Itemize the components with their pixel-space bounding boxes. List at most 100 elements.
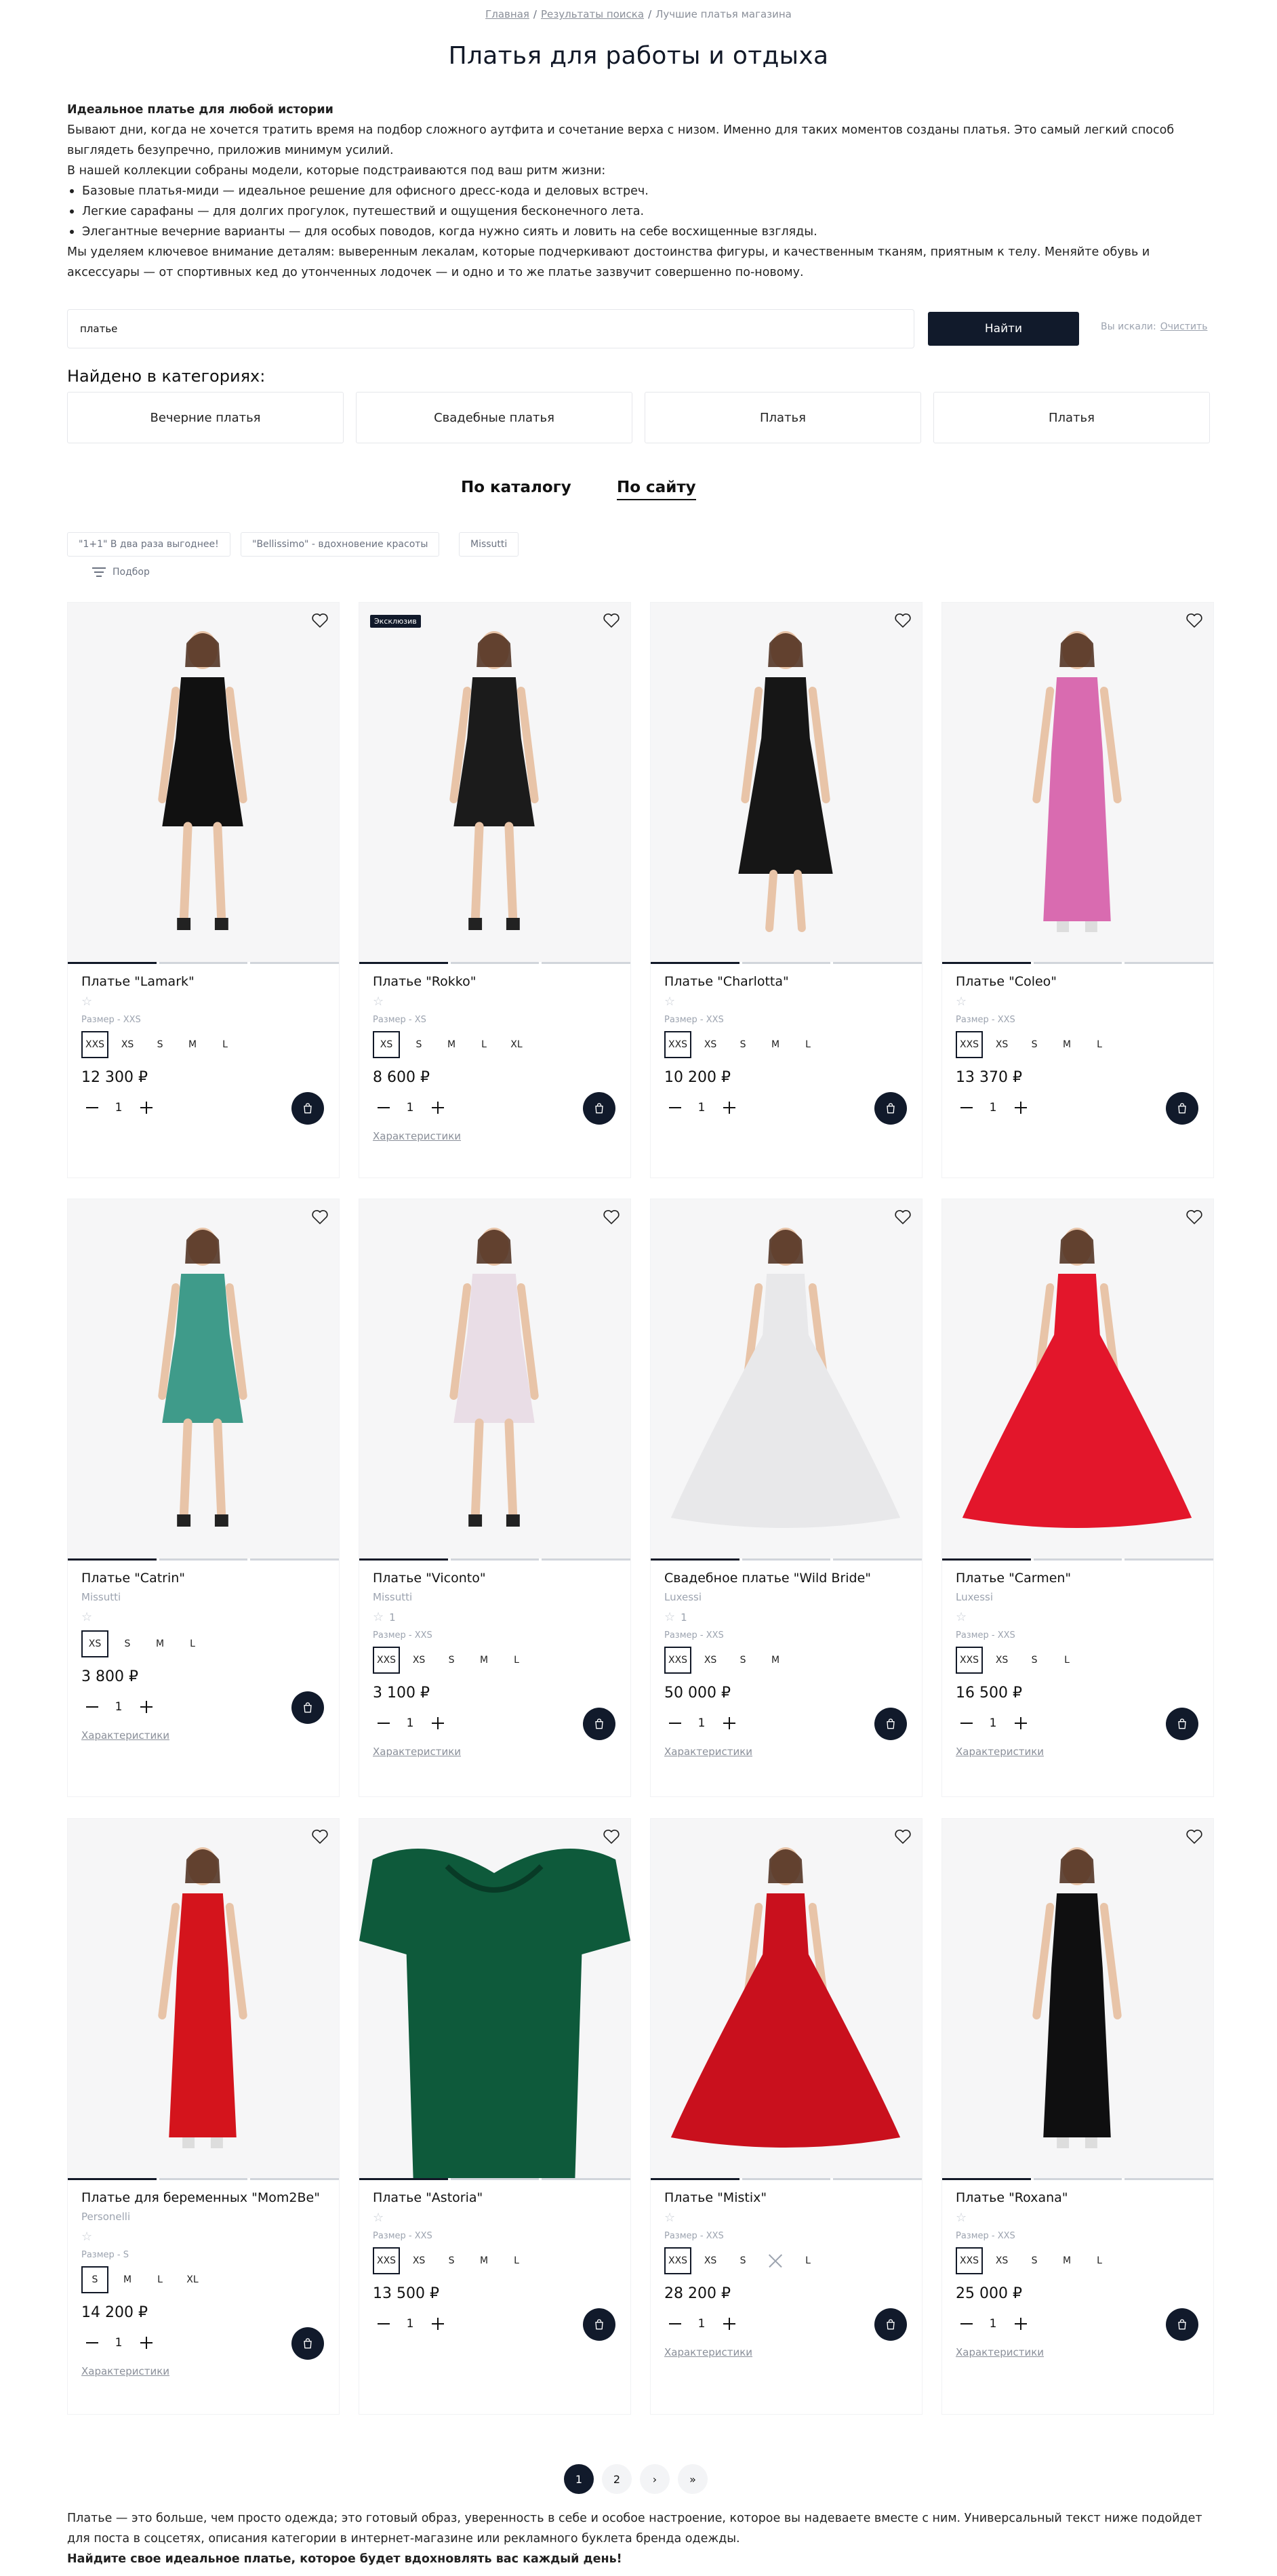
product-card[interactable]: Платье "Astoria" ☆ Размер - XXS XXS XS S M L 13 … <box>359 1818 631 2415</box>
product-card[interactable]: Платье "Carmen" Luxessi ☆ Размер - XXS XXS XS… <box>941 1199 1214 1797</box>
image-slider-indicator[interactable] <box>651 2178 923 2181</box>
size-option[interactable]: S <box>405 1031 432 1058</box>
image-slider-indicator[interactable] <box>68 962 340 965</box>
product-name[interactable]: Свадебное платье "Wild Bride" <box>664 1571 871 1586</box>
breadcrumb-search[interactable]: Результаты поиска <box>541 8 644 20</box>
product-name[interactable]: Платье "Mistix" <box>664 2190 767 2205</box>
page-1-button[interactable]: 1 <box>564 2464 594 2494</box>
add-to-cart-button[interactable] <box>291 1691 324 1724</box>
size-option[interactable]: XXS <box>664 1647 692 1674</box>
size-option[interactable]: S <box>729 1647 756 1674</box>
product-image[interactable] <box>651 603 922 962</box>
product-name[interactable]: Платье "Astoria" <box>373 2190 483 2205</box>
size-option[interactable]: XS <box>373 1031 400 1058</box>
image-slider-indicator[interactable] <box>651 962 923 965</box>
heart-icon[interactable] <box>310 1827 329 1846</box>
image-slider-indicator[interactable] <box>942 2178 1214 2181</box>
image-slider-indicator[interactable] <box>651 1558 923 1561</box>
heart-icon[interactable] <box>602 1207 621 1226</box>
quantity-value[interactable]: 1 <box>685 2317 718 2331</box>
decrease-quantity-button[interactable] <box>81 1098 102 1118</box>
product-image[interactable] <box>359 603 630 962</box>
add-to-cart-button[interactable] <box>583 1092 615 1125</box>
heart-icon[interactable] <box>1185 1827 1204 1846</box>
size-option[interactable]: XXS <box>664 1031 692 1058</box>
quantity-value[interactable]: 1 <box>976 1716 1010 1730</box>
size-option[interactable]: M <box>762 1647 789 1674</box>
size-option[interactable]: L <box>470 1031 498 1058</box>
increase-quantity-button[interactable] <box>1010 1098 1030 1118</box>
tag-chip[interactable]: "Bellissimo" - вдохновение красоты <box>241 532 440 557</box>
size-option[interactable]: L <box>503 1647 530 1674</box>
quantity-value[interactable]: 1 <box>102 1101 136 1114</box>
quantity-value[interactable]: 1 <box>393 1101 427 1114</box>
quantity-value[interactable]: 1 <box>393 1716 427 1730</box>
size-option[interactable]: M <box>470 2247 498 2274</box>
size-option[interactable]: S <box>146 1031 174 1058</box>
image-slider-indicator[interactable] <box>359 2178 631 2181</box>
quantity-value[interactable]: 1 <box>685 1101 718 1114</box>
product-card[interactable]: Платье "Catrin" Missutti ☆ XS S M L 3 800 ₽ 1 Х… <box>67 1199 340 1797</box>
increase-quantity-button[interactable] <box>427 1098 447 1118</box>
size-option[interactable]: L <box>794 2247 822 2274</box>
image-slider-indicator[interactable] <box>359 962 631 965</box>
product-card[interactable]: Платье для беременных "Mom2Be" Personelli… <box>67 1818 340 2415</box>
size-option[interactable]: XXS <box>956 2247 984 2274</box>
size-option[interactable]: S <box>438 2247 465 2274</box>
product-name[interactable]: Платье "Lamark" <box>81 974 195 989</box>
increase-quantity-button[interactable] <box>136 2333 156 2353</box>
increase-quantity-button[interactable] <box>136 1697 156 1717</box>
last-page-button[interactable]: » <box>678 2464 708 2494</box>
tag-chip[interactable]: "1+1" В два раза выгоднее! <box>67 532 230 557</box>
image-slider-indicator[interactable] <box>942 1558 1214 1561</box>
heart-icon[interactable] <box>893 1827 912 1846</box>
category-button[interactable]: Платья <box>933 392 1210 443</box>
size-option[interactable]: S <box>438 1647 465 1674</box>
size-option[interactable]: M <box>114 2266 141 2293</box>
increase-quantity-button[interactable] <box>1010 1713 1030 1733</box>
product-name[interactable]: Платье "Catrin" <box>81 1571 185 1586</box>
size-option[interactable]: M <box>1053 1031 1080 1058</box>
increase-quantity-button[interactable] <box>718 1098 739 1118</box>
size-option[interactable]: XL <box>179 2266 206 2293</box>
decrease-quantity-button[interactable] <box>373 1098 393 1118</box>
add-to-cart-button[interactable] <box>291 1092 324 1125</box>
decrease-quantity-button[interactable] <box>956 2314 976 2334</box>
size-option[interactable]: XS <box>988 1647 1015 1674</box>
product-image[interactable] <box>359 1199 630 1558</box>
clear-search-link[interactable]: Очистить <box>1160 321 1208 332</box>
search-button[interactable]: Найти <box>928 312 1079 346</box>
increase-quantity-button[interactable] <box>136 1098 156 1118</box>
size-option[interactable]: L <box>1053 1647 1080 1674</box>
add-to-cart-button[interactable] <box>1166 1708 1198 1740</box>
size-option[interactable]: M <box>179 1031 206 1058</box>
size-option[interactable]: XS <box>988 1031 1015 1058</box>
product-name[interactable]: Платье для беременных "Mom2Be" <box>81 2190 320 2205</box>
image-slider-indicator[interactable] <box>68 1558 340 1561</box>
size-option[interactable]: L <box>1086 2247 1113 2274</box>
tag-chip[interactable]: Missutti <box>459 532 519 557</box>
size-option[interactable]: XS <box>114 1031 141 1058</box>
add-to-cart-button[interactable] <box>583 1708 615 1740</box>
size-option[interactable]: S <box>114 1630 141 1657</box>
product-card[interactable]: Эксклюзив Платье "Rokko" ☆ Размер - XS XS S M L… <box>359 602 631 1178</box>
decrease-quantity-button[interactable] <box>373 2314 393 2334</box>
size-option[interactable]: M <box>438 1031 465 1058</box>
product-image[interactable] <box>68 603 339 962</box>
characteristics-link[interactable]: Характеристики <box>664 2346 752 2358</box>
size-option[interactable]: XS <box>697 1031 724 1058</box>
size-option[interactable]: L <box>1086 1031 1113 1058</box>
size-option[interactable]: S <box>729 1031 756 1058</box>
size-option[interactable]: XS <box>405 1647 432 1674</box>
category-button[interactable]: Вечерние платья <box>67 392 344 443</box>
heart-icon[interactable] <box>602 611 621 630</box>
tab-site[interactable]: По сайту <box>617 479 696 500</box>
quantity-value[interactable]: 1 <box>102 2336 136 2350</box>
product-name[interactable]: Платье "Charlotta" <box>664 974 789 989</box>
characteristics-link[interactable]: Характеристики <box>956 1746 1044 1758</box>
size-option[interactable]: L <box>211 1031 239 1058</box>
decrease-quantity-button[interactable] <box>664 2314 685 2334</box>
product-name[interactable]: Платье "Coleo" <box>956 974 1057 989</box>
size-option[interactable]: XS <box>697 2247 724 2274</box>
increase-quantity-button[interactable] <box>427 2314 447 2334</box>
